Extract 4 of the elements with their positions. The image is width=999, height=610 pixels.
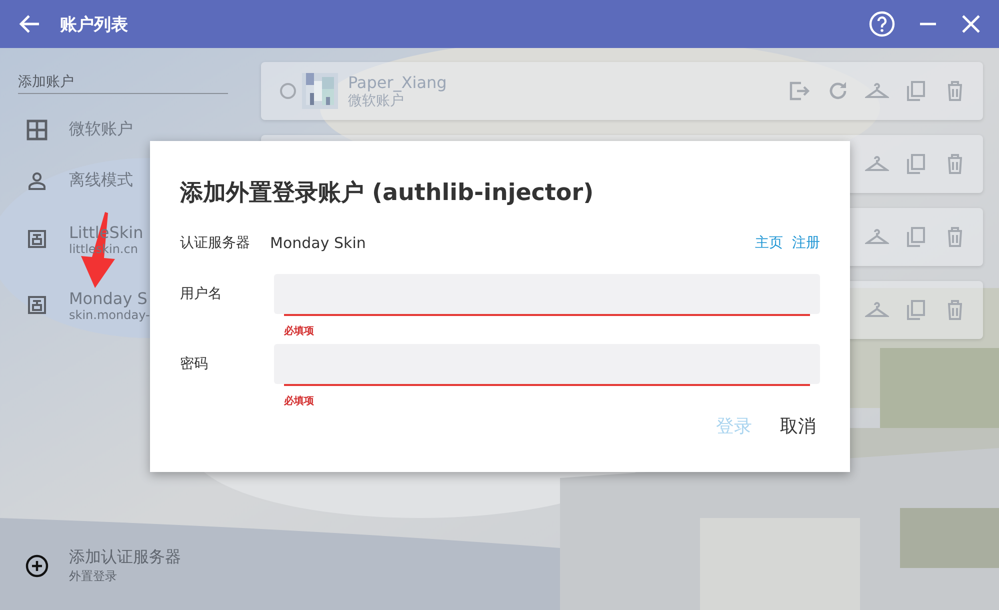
close-icon[interactable] bbox=[961, 14, 981, 34]
window-title: 账户列表 bbox=[60, 14, 128, 36]
back-icon[interactable] bbox=[18, 14, 40, 34]
help-icon[interactable] bbox=[869, 11, 895, 37]
